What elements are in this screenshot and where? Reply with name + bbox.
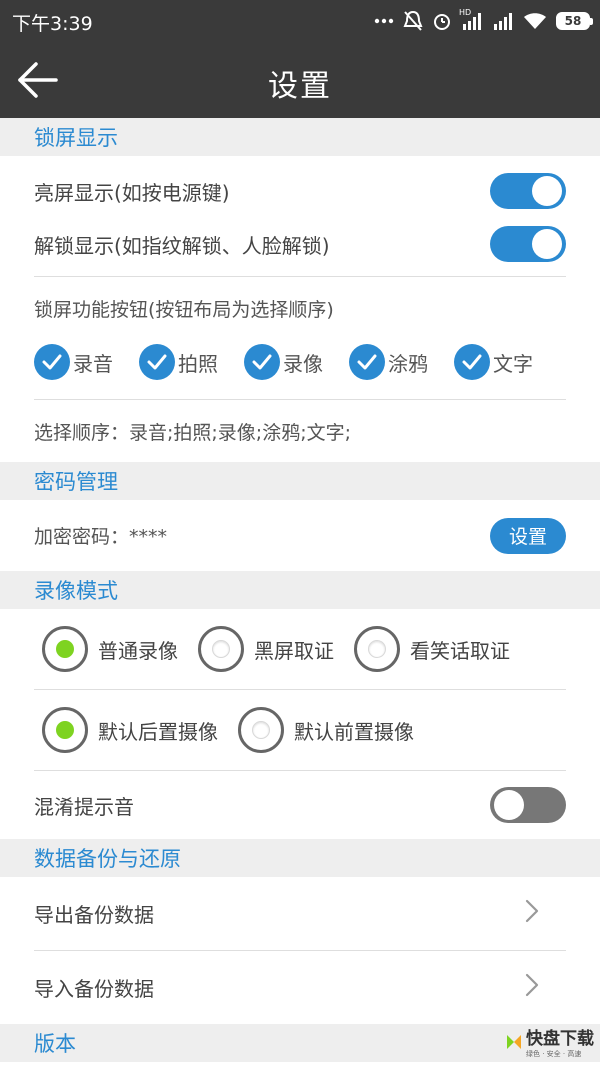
signal-icon: HD [459, 8, 483, 30]
toggle-knob [532, 176, 562, 206]
alarm-icon [432, 11, 452, 31]
dots-icon [374, 18, 394, 24]
radio-label: 普通录像 [98, 638, 178, 663]
checkmark-icon [454, 344, 490, 380]
watermark-sub: 绿色 · 安全 · 高速 [526, 1050, 582, 1058]
radio-dot [252, 721, 270, 739]
bright-screen-row[interactable]: 亮屏显示(如按电源键) [0, 156, 600, 224]
unlock-display-row[interactable]: 解锁显示(如指纹解锁、人脸解锁) [0, 224, 600, 264]
selection-order-row: 选择顺序：录音;拍照;录像;涂鸦;文字; [0, 400, 600, 462]
radio-mode-normal[interactable]: 普通录像 [42, 626, 178, 672]
kuaipan-logo-icon [505, 1033, 523, 1051]
radio-button [198, 626, 244, 672]
radio-dot [368, 640, 386, 658]
confuse-sound-toggle[interactable] [490, 787, 566, 823]
radio-mode-black-screen[interactable]: 黑屏取证 [198, 626, 334, 672]
radio-dot [56, 640, 74, 658]
radio-camera-rear[interactable]: 默认后置摄像 [42, 707, 218, 753]
status-icons: HD 58 [374, 8, 593, 34]
toggle-knob [532, 229, 562, 259]
camera-row: 默认后置摄像 默认前置摄像 [0, 690, 600, 770]
import-backup-row[interactable]: 导入备份数据 [0, 951, 600, 1024]
lock-button-option[interactable]: 录音 [34, 344, 113, 380]
password-row: 加密密码：**** 设置 [0, 500, 600, 571]
lock-button-option[interactable]: 文字 [454, 344, 533, 380]
video-mode-row: 普通录像 黑屏取证 看笑话取证 [0, 609, 600, 689]
lock-button-label: 录像 [283, 351, 323, 376]
lock-buttons-label: 锁屏功能按钮(按钮布局为选择顺序) [34, 298, 334, 321]
radio-button [42, 707, 88, 753]
checkmark-icon [34, 344, 70, 380]
lock-button-option[interactable]: 录像 [244, 344, 323, 380]
lock-button-label: 文字 [493, 351, 533, 376]
watermark-text: 快盘下载 [526, 1029, 594, 1049]
toggle-knob [494, 790, 524, 820]
lock-button-label: 录音 [73, 351, 113, 376]
password-label: 加密密码：**** [34, 526, 168, 548]
status-time: 下午3:39 [12, 13, 93, 35]
bright-screen-label: 亮屏显示(如按电源键) [34, 180, 230, 205]
radio-button [42, 626, 88, 672]
set-password-button[interactable]: 设置 [490, 517, 566, 554]
lock-button-label: 拍照 [178, 351, 218, 376]
wifi-icon [523, 12, 547, 30]
page-title: 设置 [268, 69, 332, 104]
chevron-right-icon [524, 898, 540, 929]
status-bar: 下午3:39 HD 58 [0, 0, 600, 42]
battery-icon: 58 [556, 12, 593, 30]
radio-label: 默认后置摄像 [98, 719, 218, 744]
export-backup-label: 导出备份数据 [34, 903, 154, 927]
watermark-text-wrap: 快盘下载 绿色 · 安全 · 高速 [526, 1024, 594, 1059]
signal-icon [492, 12, 514, 30]
bright-screen-toggle[interactable] [490, 173, 566, 209]
lock-button-option[interactable]: 拍照 [139, 344, 218, 380]
app-bar: 设置 [0, 42, 600, 118]
import-backup-label: 导入备份数据 [34, 977, 154, 1001]
settings-content: 锁屏显示 亮屏显示(如按电源键) 解锁显示(如指纹解锁、人脸解锁) 锁屏功能按钮… [0, 118, 600, 1062]
lock-button-label: 涂鸦 [388, 351, 428, 376]
chevron-right-icon [524, 972, 540, 1003]
selection-order-text: 选择顺序：录音;拍照;录像;涂鸦;文字; [34, 421, 352, 444]
export-backup-row[interactable]: 导出备份数据 [0, 877, 600, 950]
confuse-sound-label: 混淆提示音 [34, 794, 134, 819]
section-header-password: 密码管理 [0, 462, 600, 500]
radio-label: 看笑话取证 [410, 638, 510, 663]
section-header-lock-screen: 锁屏显示 [0, 118, 600, 156]
radio-label: 黑屏取证 [254, 638, 334, 663]
checkmark-icon [244, 344, 280, 380]
lock-buttons-label-row: 锁屏功能按钮(按钮布局为选择顺序) [0, 277, 600, 339]
bell-off-icon [403, 10, 423, 32]
radio-mode-joke[interactable]: 看笑话取证 [354, 626, 510, 672]
network-label: HD [459, 8, 472, 17]
section-header-video-mode: 录像模式 [0, 571, 600, 609]
checkmark-icon [349, 344, 385, 380]
battery-level: 58 [564, 14, 582, 28]
section-header-backup: 数据备份与还原 [0, 839, 600, 877]
radio-label: 默认前置摄像 [294, 719, 414, 744]
lock-buttons-group: 录音 拍照 录像 涂鸦 文字 [0, 339, 600, 385]
lock-button-option[interactable]: 涂鸦 [349, 344, 428, 380]
confuse-sound-row[interactable]: 混淆提示音 [0, 771, 600, 839]
checkmark-icon [139, 344, 175, 380]
radio-button [354, 626, 400, 672]
radio-dot [212, 640, 230, 658]
radio-button [238, 707, 284, 753]
radio-dot [56, 721, 74, 739]
radio-camera-front[interactable]: 默认前置摄像 [238, 707, 414, 753]
unlock-display-label: 解锁显示(如指纹解锁、人脸解锁) [34, 233, 330, 258]
unlock-display-toggle[interactable] [490, 226, 566, 262]
watermark: 快盘下载 绿色 · 安全 · 高速 [505, 1024, 594, 1059]
